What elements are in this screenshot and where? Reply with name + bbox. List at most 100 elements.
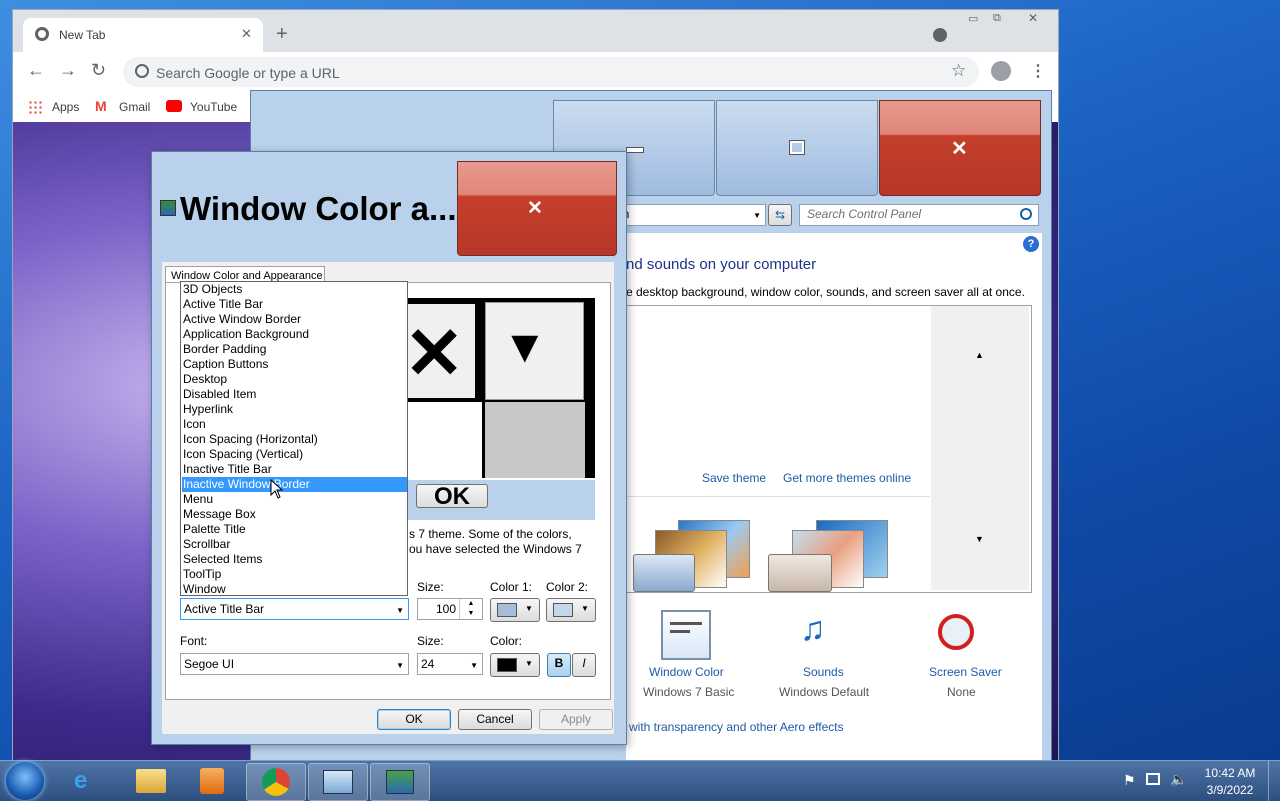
dropdown-item[interactable]: ToolTip (182, 567, 407, 582)
search-icon (1020, 208, 1032, 220)
preview-ok-button: OK (416, 484, 488, 509)
screen-saver-link[interactable]: Screen Saver (929, 665, 1002, 679)
taskbar-control-panel[interactable] (308, 763, 368, 801)
sounds-icon[interactable]: ♫ (800, 610, 826, 649)
network-icon[interactable] (1146, 773, 1160, 785)
internet-explorer-icon[interactable]: e (74, 767, 87, 795)
window-close-icon[interactable]: ✕ (1028, 11, 1038, 25)
taskbar-display-settings[interactable] (370, 763, 430, 801)
tab-title: New Tab (59, 28, 106, 42)
file-explorer-icon[interactable] (136, 769, 166, 793)
help-icon[interactable]: ? (1023, 236, 1039, 252)
screen-saver-icon[interactable] (938, 614, 974, 650)
bookmark-star-icon[interactable]: ☆ (951, 61, 966, 81)
show-desktop-button[interactable] (1268, 761, 1280, 801)
dropdown-item[interactable]: Icon Spacing (Vertical) (182, 447, 407, 462)
reload-icon[interactable]: ↻ (91, 60, 106, 81)
start-button[interactable] (6, 762, 44, 800)
volume-icon[interactable]: 🔈 (1170, 771, 1187, 788)
bookmark-gmail[interactable]: Gmail (119, 100, 150, 114)
apply-button[interactable]: Apply (539, 709, 613, 730)
dropdown-item[interactable]: 3D Objects (182, 282, 407, 297)
window-color-link[interactable]: Window Color (649, 665, 724, 679)
bookmark-youtube[interactable]: YouTube (190, 100, 237, 114)
dropdown-item[interactable]: Icon Spacing (Horizontal) (182, 432, 407, 447)
aero-effects-link[interactable]: with transparency and other Aero effects (629, 720, 844, 734)
dropdown-item[interactable]: Menu (182, 492, 407, 507)
cancel-button[interactable]: Cancel (458, 709, 532, 730)
dropdown-item[interactable]: Disabled Item (182, 387, 407, 402)
dropdown-item[interactable]: Hyperlink (182, 402, 407, 417)
omnibox[interactable]: Search Google or type a URL ☆ (123, 57, 979, 87)
font-combo[interactable]: Segoe UI ▼ (180, 653, 409, 675)
save-theme-link[interactable]: Save theme (702, 471, 766, 485)
cp-search-input[interactable]: Search Control Panel (799, 204, 1039, 226)
cp-close-button[interactable]: ✕ (879, 100, 1041, 196)
cp-address-bar[interactable]: on ▼ (612, 204, 766, 226)
tab-close-icon[interactable]: ✕ (241, 26, 252, 42)
color1-picker[interactable]: ▼ (490, 598, 540, 622)
chrome-icon (262, 768, 290, 796)
dropdown-item[interactable]: Icon (182, 417, 407, 432)
dialog-close-button[interactable]: ✕ (457, 161, 617, 256)
youtube-icon (166, 100, 182, 112)
item-size-value: 100 (435, 602, 456, 616)
dropdown-item[interactable]: Application Background (182, 327, 407, 342)
font-label: Font: (180, 634, 208, 648)
dropdown-item[interactable]: Active Title Bar (182, 297, 407, 312)
item-size-stepper[interactable]: 100 ▲ ▼ (417, 598, 483, 620)
theme-gallery-scrollbar[interactable]: ▲ ▼ (931, 306, 1029, 590)
dropdown-item[interactable]: Window (182, 582, 407, 597)
forward-icon[interactable]: → (59, 60, 77, 81)
stepper-up-icon[interactable]: ▲ (459, 599, 482, 609)
media-player-icon[interactable] (200, 768, 224, 794)
dropdown-item[interactable]: Palette Title (182, 522, 407, 537)
dropdown-item[interactable]: Scrollbar (182, 537, 407, 552)
minimize-icon[interactable]: ▭ (968, 12, 978, 25)
back-icon[interactable]: ← (27, 60, 45, 81)
cp-maximize-button[interactable] (716, 100, 878, 196)
scroll-up-icon[interactable]: ▲ (975, 350, 984, 360)
dropdown-item[interactable]: Desktop (182, 372, 407, 387)
taskbar-chrome[interactable] (246, 763, 306, 801)
apps-grid-icon (28, 100, 42, 114)
screen-saver-value: None (947, 685, 976, 699)
italic-toggle[interactable]: I (572, 653, 596, 677)
clock-date[interactable]: 3/9/2022 (1202, 783, 1258, 797)
action-center-flag-icon[interactable]: ⚑ (1123, 772, 1136, 789)
item-combo[interactable]: Active Title Bar ▼ (180, 598, 409, 620)
ok-button[interactable]: OK (377, 709, 451, 730)
dropdown-item[interactable]: Selected Items (182, 552, 407, 567)
dropdown-item[interactable]: Message Box (182, 507, 407, 522)
chrome-menu-icon[interactable]: ⋮ (1030, 61, 1046, 81)
scroll-down-icon[interactable]: ▼ (975, 534, 984, 544)
bookmark-apps[interactable]: Apps (52, 100, 79, 114)
preview-close-icon: ✕ (404, 314, 465, 394)
dropdown-item[interactable]: Inactive Window Border (182, 477, 407, 492)
new-tab-icon[interactable]: + (276, 24, 288, 44)
font-color-picker[interactable]: ▼ (490, 653, 540, 677)
dropdown-item[interactable]: Active Window Border (182, 312, 407, 327)
dropdown-item[interactable]: Inactive Title Bar (182, 462, 407, 477)
window-color-icon[interactable] (661, 610, 711, 660)
restore-icon[interactable]: ⧉ (993, 12, 1001, 25)
stepper-down-icon[interactable]: ▼ (459, 609, 482, 619)
item-dropdown-list[interactable]: 3D Objects Active Title Bar Active Window … (180, 281, 408, 596)
refresh-icon[interactable]: ⇆ (768, 204, 792, 226)
get-more-themes-link[interactable]: Get more themes online (783, 471, 911, 485)
color2-picker[interactable]: ▼ (546, 598, 596, 622)
theme-thumbnail-basic[interactable] (633, 520, 751, 592)
font-size-combo[interactable]: 24 ▼ (417, 653, 483, 675)
omnibox-placeholder: Search Google or type a URL (156, 65, 340, 81)
bold-toggle[interactable]: B (547, 653, 571, 677)
sounds-link[interactable]: Sounds (803, 665, 844, 679)
profile-avatar-icon[interactable] (991, 61, 1011, 81)
close-icon: ✕ (527, 198, 543, 219)
tab-search-icon[interactable] (933, 28, 947, 42)
theme-thumbnail-classic[interactable] (768, 520, 888, 592)
dropdown-item[interactable]: Border Padding (182, 342, 407, 357)
dropdown-item[interactable]: Caption Buttons (182, 357, 407, 372)
close-icon: ✕ (951, 138, 968, 160)
clock-time[interactable]: 10:42 AM (1202, 766, 1258, 780)
chrome-tab[interactable]: New Tab ✕ (23, 18, 263, 52)
